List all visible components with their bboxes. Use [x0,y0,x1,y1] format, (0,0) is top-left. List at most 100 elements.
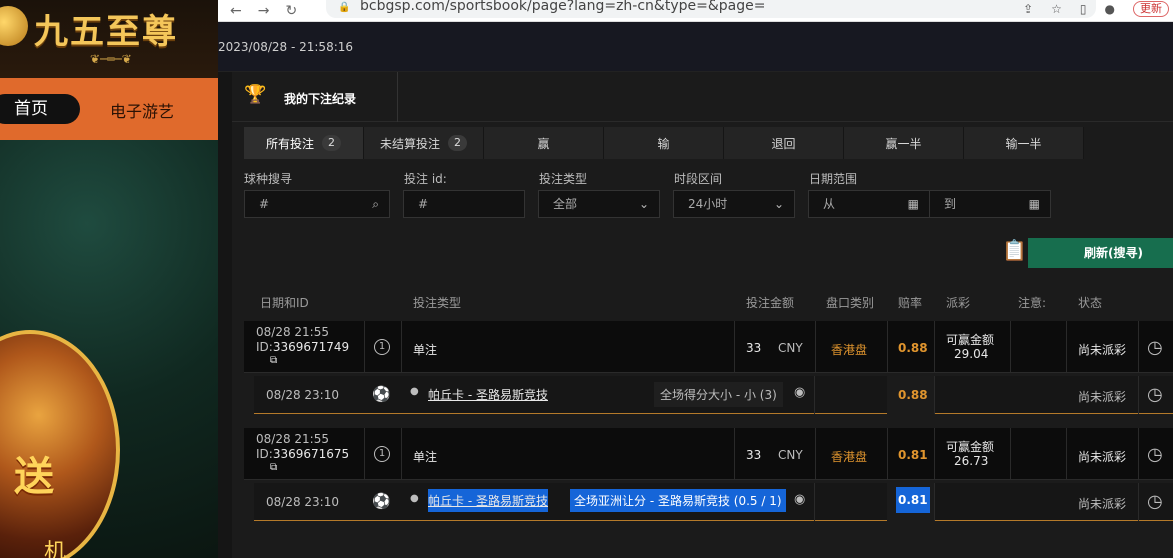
date-range-label: 日期范围 [809,172,858,186]
market-type: 香港盘 [831,343,868,357]
divider [1010,428,1011,480]
site-logo[interactable]: 九五至尊 ❦─═─❦ [0,0,218,78]
bet-odds: 0.81 [898,448,928,462]
header-divider [397,72,398,122]
divider [734,428,735,480]
soccer-ball-icon: ⚽ [372,385,391,403]
bet-type-label: 投注类型 [539,172,588,186]
share-icon[interactable]: ⇪ [1023,2,1033,16]
lock-icon: 🔒 [338,2,351,13]
profile-icon[interactable]: ● [1105,2,1115,16]
tab-all-bets[interactable]: 所有投注 2 [244,127,364,159]
time-range-select[interactable]: 24小时 ⌄ [673,190,795,218]
divider [934,376,935,414]
bet-id: ID:3369671749 [256,340,349,354]
clipboard-icon[interactable]: 📋 [1002,238,1027,262]
divider [934,483,935,521]
col-odds: 赔率 [898,296,923,310]
date-from-input[interactable]: 从 ▦ [808,190,930,218]
sidepanel-icon[interactable]: ▯ [1080,2,1087,16]
date-from-placeholder: 从 [823,197,836,211]
divider [364,321,365,373]
menu-home[interactable]: 首页 [0,94,80,124]
sport-search-input[interactable]: # ⌕ [244,190,390,218]
soccer-ball-icon: ⚽ [372,492,391,510]
bet-type-select[interactable]: 全部 ⌄ [538,190,660,218]
panel-title: 我的下注纪录 [284,92,357,106]
refresh-search-button[interactable]: 刷新(搜寻) [1028,238,1173,268]
market-type: 香港盘 [831,450,868,464]
promo-text: 送 [14,453,54,500]
bullet-icon: ● [410,386,419,397]
date-to-input[interactable]: 到 ▦ [929,190,1051,218]
server-time: 2023/08/28 - 21:58:16 [218,40,354,54]
browser-toolbar: ← → ↻ 🔒 bcbgsp.com/sportsbook/page?lang=… [218,0,1173,22]
match-link[interactable]: 帕丘卡 - 圣路易斯竞技 [428,386,548,403]
leg-selection: 全场得分大小 - 小 (3) [654,382,783,407]
forward-icon[interactable]: → [258,3,270,19]
leg-odds: 0.81 [896,487,930,513]
update-button[interactable]: 更新 [1133,1,1169,17]
bet-amount: 33 [746,448,762,462]
bet-id-placeholder: # [418,197,429,211]
clock-icon: ◷ [1147,444,1163,465]
tab-count-badge: 2 [448,135,467,151]
divider [815,321,816,373]
tab-won[interactable]: 赢 [484,127,604,159]
copy-icon[interactable]: ⧉ [270,462,277,473]
promo-text-2: 机 [44,540,67,558]
divider [814,483,815,521]
divider [887,321,888,373]
chevron-down-icon: ⌄ [638,197,649,211]
bet-amount: 33 [746,341,762,355]
bet-currency: CNY [778,448,803,462]
info-icon[interactable]: ◉ [794,385,805,400]
info-icon[interactable]: ◉ [794,492,805,507]
payout-label: 可赢金额 [946,440,995,454]
logo-mark-icon [0,6,28,46]
tab-half-lost[interactable]: 输一半 [964,127,1084,159]
tab-half-won[interactable]: 赢一半 [844,127,964,159]
bet-leg-row[interactable]: 08/28 23:10 ⚽ ● 帕丘卡 - 圣路易斯竞技 全场亚洲让分 - 圣路… [254,483,1173,521]
table-header: 日期和ID 投注类型 投注金额 盘口类别 赔率 派彩 注意: 状态 [232,284,1173,320]
leg-time: 08/28 23:10 [266,388,339,402]
payout-value: 26.73 [954,454,989,468]
col-note: 注意: [1018,296,1047,310]
back-icon[interactable]: ← [230,3,242,19]
sport-search-label: 球种搜寻 [244,172,293,186]
menu-games[interactable]: 电子游艺 [110,98,174,122]
match-link[interactable]: 帕丘卡 - 圣路易斯竞技 [428,489,548,512]
bet-date: 08/28 21:55 [256,325,329,339]
bet-id-input[interactable]: # [403,190,525,218]
reload-icon[interactable]: ↻ [285,3,297,19]
tab-unsettled[interactable]: 未结算投注 2 [364,127,484,159]
col-date-id: 日期和ID [260,296,309,310]
search-icon[interactable]: ⌕ [372,191,379,217]
divider [1138,483,1139,521]
tab-count-badge: 2 [322,135,341,151]
top-bar: 2023/08/28 - 21:58:16 [218,22,1173,72]
bet-id-prefix: ID: [256,340,273,354]
leg-time: 08/28 23:10 [266,495,339,509]
divider [1138,321,1139,373]
divider [1010,321,1011,373]
address-bar[interactable]: 🔒 bcbgsp.com/sportsbook/page?lang=zh-cn&… [326,0,1096,18]
calendar-icon[interactable]: ▦ [908,191,919,217]
bet-leg-row[interactable]: 08/28 23:10 ⚽ ● 帕丘卡 - 圣路易斯竞技 全场得分大小 - 小 … [254,376,1173,414]
table-row[interactable]: 08/28 21:55 ID:3369671749 ⧉ 1 单注 33 CNY … [244,321,1173,373]
copy-icon[interactable]: ⧉ [270,355,277,366]
divider [887,428,888,480]
chevron-down-icon: ⌄ [773,197,784,211]
divider [401,321,402,373]
trophy-icon: 🏆 [244,84,267,105]
bet-id-value: 3369671749 [272,340,350,354]
calendar-icon[interactable]: ▦ [1029,191,1040,217]
table-row[interactable]: 08/28 21:55 ID:3369671675 ⧉ 1 单注 33 CNY … [244,428,1173,480]
star-icon[interactable]: ☆ [1051,2,1062,16]
col-payout: 派彩 [946,296,971,310]
tab-refund[interactable]: 退回 [724,127,844,159]
leg-odds: 0.88 [898,388,928,402]
tab-lost[interactable]: 输 [604,127,724,159]
time-range-label: 时段区间 [674,172,723,186]
brand-name: 九五至尊 [34,12,178,52]
